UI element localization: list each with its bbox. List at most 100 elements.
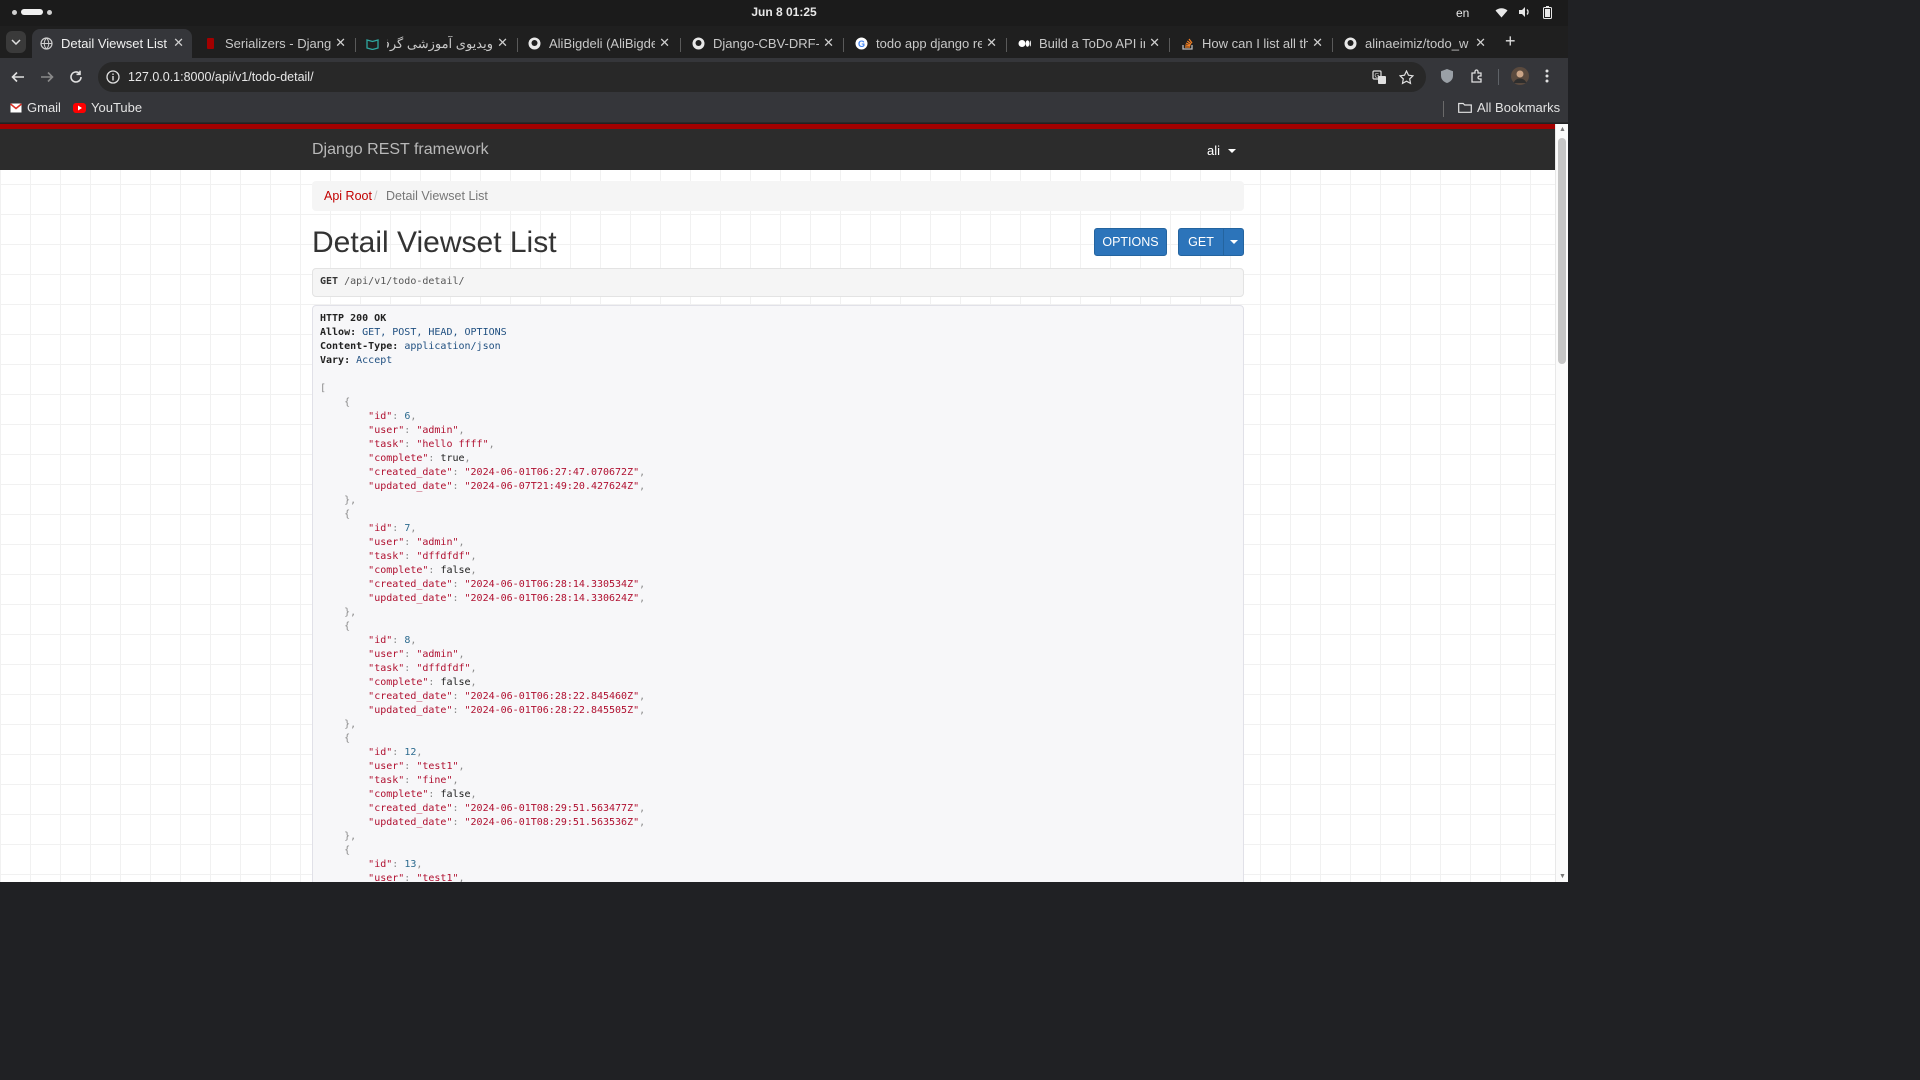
os-clock[interactable]: Jun 8 01:25	[0, 5, 1568, 19]
shield-extension-icon[interactable]	[1440, 68, 1454, 89]
tab-persian-video[interactable]: ویدیوی آموزشی گرفتر ✕	[358, 29, 516, 58]
page-scrollbar[interactable]: ▲ ▼	[1555, 124, 1568, 882]
arrow-left-icon	[11, 71, 24, 83]
github-icon	[528, 37, 541, 50]
tab-title: ویدیوی آموزشی گرفتر	[387, 35, 493, 51]
tab-django-cbv[interactable]: Django-CBV-DRF-V ✕	[684, 29, 842, 58]
profile-avatar[interactable]	[1511, 67, 1529, 90]
site-info-icon[interactable]	[106, 70, 120, 89]
address-bar[interactable]: 127.0.0.1:8000/api/v1/todo-detail/ G	[98, 62, 1426, 92]
system-tray[interactable]	[1494, 5, 1554, 19]
tab-alinaeimiz[interactable]: alinaeimiz/todo_w ✕	[1336, 29, 1494, 58]
svg-text:G: G	[1375, 74, 1380, 80]
bookmark-gmail[interactable]: Gmail	[10, 100, 61, 115]
get-format-dropdown[interactable]	[1223, 228, 1244, 256]
tab-alibigdeli[interactable]: AliBigdeli (AliBigde ✕	[520, 29, 678, 58]
chevron-down-icon	[11, 39, 21, 45]
close-icon[interactable]: ✕	[659, 35, 670, 51]
request-info: GET /api/v1/todo-detail/	[312, 268, 1244, 297]
caret-down-icon	[1227, 149, 1236, 154]
json-field-complete: "complete": false,	[368, 677, 477, 688]
close-icon[interactable]: ✕	[1149, 35, 1160, 51]
arrow-right-icon	[41, 71, 54, 83]
json-field-task: "task": "dffdfdf",	[368, 551, 477, 562]
bookmark-label: YouTube	[91, 100, 143, 115]
json-field-user: "user": "test1",	[368, 873, 465, 882]
tab-title: alinaeimiz/todo_w	[1365, 36, 1469, 51]
tab-serializers[interactable]: Serializers - Django ✕	[196, 29, 354, 58]
json-field-user: "user": "admin",	[368, 425, 465, 436]
json-field-id: "id": 13,	[368, 859, 423, 870]
translate-icon[interactable]: G	[1372, 70, 1387, 90]
kebab-menu-icon[interactable]	[1545, 68, 1549, 89]
json-field-user: "user": "test1",	[368, 761, 465, 772]
browser-toolbar: 127.0.0.1:8000/api/v1/todo-detail/ G	[0, 58, 1568, 96]
reload-button[interactable]	[67, 68, 85, 86]
bookmark-youtube[interactable]: YouTube	[73, 100, 142, 115]
json-field-id: "id": 8,	[368, 635, 417, 646]
tab-title: Build a ToDo API in	[1039, 36, 1145, 51]
response-header: Vary: Accept	[320, 355, 393, 366]
get-button[interactable]: GET	[1178, 228, 1224, 256]
all-bookmarks-button[interactable]: All Bookmarks	[1458, 100, 1560, 115]
tab-detail-viewset-list[interactable]: Detail Viewset List ✕	[32, 29, 192, 58]
battery-icon	[1540, 5, 1554, 19]
bookmark-label: All Bookmarks	[1477, 100, 1561, 115]
response-header: Content-Type: application/json	[320, 341, 501, 352]
keyboard-language[interactable]: en	[1456, 6, 1469, 20]
user-menu[interactable]: ali	[1207, 143, 1236, 158]
tab-title: AliBigdeli (AliBigde	[549, 36, 655, 51]
close-icon[interactable]: ✕	[497, 35, 508, 51]
scroll-up-icon[interactable]: ▲	[1559, 126, 1566, 133]
google-icon: G	[855, 37, 868, 50]
json-field-created-date: "created_date": "2024-06-01T06:28:22.845…	[368, 691, 646, 702]
json-field-updated-date: "updated_date": "2024-06-07T21:49:20.427…	[368, 481, 646, 492]
json-field-created-date: "created_date": "2024-06-01T06:27:47.070…	[368, 467, 646, 478]
json-field-id: "id": 7,	[368, 523, 417, 534]
json-field-updated-date: "updated_date": "2024-06-01T08:29:51.563…	[368, 817, 646, 828]
svg-text:G: G	[858, 39, 865, 49]
tab-title: Serializers - Django	[225, 36, 331, 51]
breadcrumb-api-root[interactable]: Api Root	[324, 189, 372, 203]
github-icon	[1344, 37, 1357, 50]
book-icon	[366, 37, 379, 50]
options-button[interactable]: OPTIONS	[1094, 228, 1167, 256]
new-tab-button[interactable]: +	[1505, 32, 1516, 50]
response-header: Allow: GET, POST, HEAD, OPTIONS	[320, 327, 507, 338]
page-viewport: Django REST framework ali Api Root / Det…	[0, 124, 1555, 882]
toolbar-divider	[1498, 69, 1499, 85]
json-field-user: "user": "admin",	[368, 537, 465, 548]
star-icon[interactable]	[1398, 69, 1415, 90]
github-icon	[692, 37, 705, 50]
json-field-user: "user": "admin",	[368, 649, 465, 660]
tab-title: Detail Viewset List	[61, 36, 167, 51]
json-field-complete: "complete": false,	[368, 565, 477, 576]
user-name: ali	[1207, 143, 1221, 158]
response-status: HTTP 200 OK	[320, 313, 387, 324]
tab-stackoverflow[interactable]: How can I list all th ✕	[1173, 29, 1331, 58]
back-button[interactable]	[9, 68, 27, 86]
drf-brand-link[interactable]: Django REST framework	[312, 141, 489, 159]
close-icon[interactable]: ✕	[1312, 35, 1323, 51]
close-icon[interactable]: ✕	[823, 35, 834, 51]
json-field-task: "task": "dffdfdf",	[368, 663, 477, 674]
json-field-complete: "complete": true,	[368, 453, 471, 464]
close-icon[interactable]: ✕	[1475, 35, 1486, 51]
tab-search-button[interactable]	[6, 31, 26, 53]
forward-button[interactable]	[38, 68, 56, 86]
scrollbar-thumb[interactable]	[1558, 138, 1566, 364]
medium-icon	[1018, 37, 1031, 50]
tab-medium-article[interactable]: Build a ToDo API in ✕	[1010, 29, 1168, 58]
close-icon[interactable]: ✕	[335, 35, 346, 51]
request-path: /api/v1/todo-detail/	[344, 276, 465, 287]
breadcrumb: Api Root / Detail Viewset List	[312, 181, 1244, 211]
youtube-icon	[73, 102, 86, 113]
scroll-down-icon[interactable]: ▼	[1559, 873, 1566, 880]
json-field-updated-date: "updated_date": "2024-06-01T06:28:22.845…	[368, 705, 646, 716]
close-icon[interactable]: ✕	[173, 35, 184, 51]
close-icon[interactable]: ✕	[986, 35, 997, 51]
extensions-icon[interactable]	[1469, 68, 1485, 89]
tab-google-search[interactable]: G todo app django re ✕	[847, 29, 1005, 58]
url-text[interactable]: 127.0.0.1:8000/api/v1/todo-detail/	[128, 70, 314, 84]
bookmarks-bar: Gmail YouTube All Bookmarks	[0, 96, 1568, 123]
